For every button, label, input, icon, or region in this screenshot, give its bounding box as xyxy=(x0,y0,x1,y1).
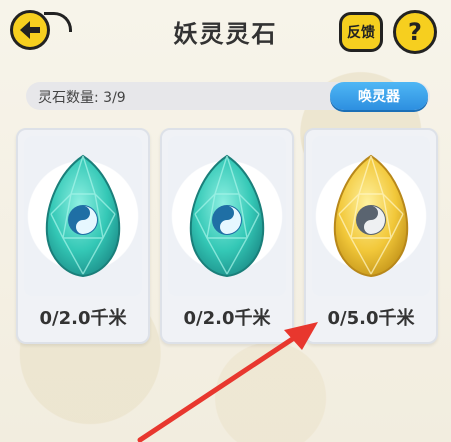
distance-label: 0/2.0千米 xyxy=(183,308,271,329)
page-title: 妖灵灵石 xyxy=(173,20,278,48)
stone-card[interactable]: 0/2.0千米 xyxy=(16,128,150,344)
stone-card-inner xyxy=(24,136,142,296)
stone-card[interactable]: 0/5.0千米 xyxy=(304,128,438,344)
gold-gem-icon xyxy=(333,154,409,278)
distance-label: 0/2.0千米 xyxy=(39,308,127,329)
stone-card-inner xyxy=(312,136,430,296)
teal-gem-icon xyxy=(45,154,121,278)
summon-button[interactable]: 唤灵器 xyxy=(330,82,428,110)
help-button[interactable]: ? xyxy=(393,10,437,54)
teal-gem-icon xyxy=(189,154,265,278)
stone-count-label: 灵石数量: 3/9 xyxy=(38,90,126,106)
stone-card[interactable]: 0/2.0千米 xyxy=(160,128,294,344)
distance-label: 0/5.0千米 xyxy=(327,308,415,329)
header: 妖灵灵石 反馈 ? xyxy=(0,0,451,72)
stone-card-inner xyxy=(168,136,286,296)
stone-count-bar: 灵石数量: 3/9 唤灵器 xyxy=(26,82,430,110)
feedback-button[interactable]: 反馈 xyxy=(339,12,383,52)
